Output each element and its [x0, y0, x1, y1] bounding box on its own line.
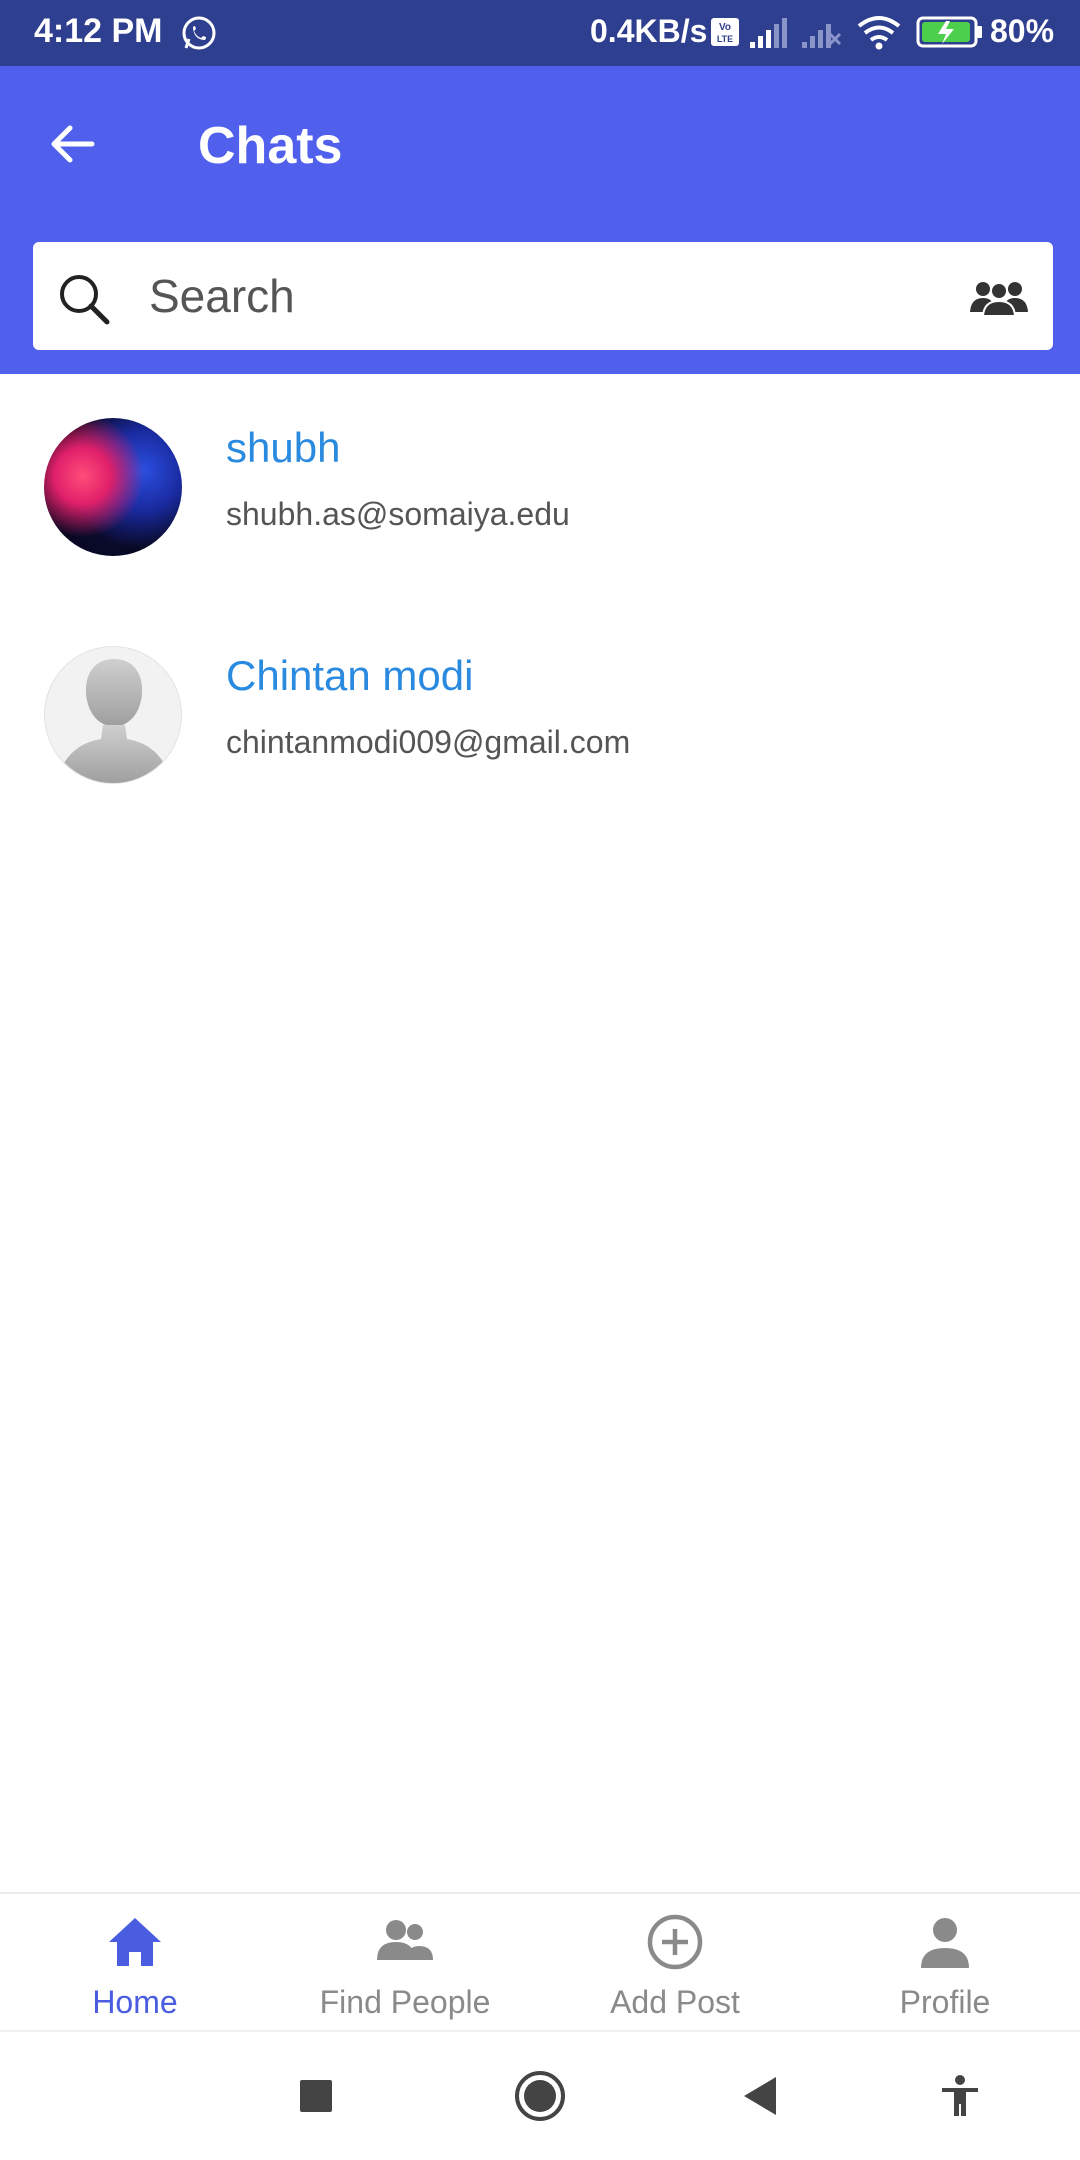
people-icon	[377, 1920, 433, 1960]
svg-text:LTE: LTE	[717, 34, 733, 44]
status-time: 4:12 PM	[34, 12, 163, 50]
chat-email: chintanmodi009@gmail.com	[226, 724, 631, 760]
status-bar: 4:12 PM 0.4KB/s Vo LTE 80%	[0, 0, 1080, 66]
nav-profile[interactable]: Profile	[810, 1894, 1080, 2032]
square-icon	[300, 2080, 332, 2112]
group-icon[interactable]	[969, 278, 1029, 318]
nav-find-people[interactable]: Find People	[270, 1894, 540, 2032]
accessibility-icon	[942, 2075, 978, 2116]
arrow-back-icon	[51, 125, 95, 163]
network-speed: 0.4KB/s	[590, 13, 708, 49]
back-system-button[interactable]	[728, 2064, 792, 2128]
nav-add-post[interactable]: Add Post	[540, 1894, 810, 2032]
nav-label: Profile	[899, 1984, 991, 2020]
add-circle-icon	[647, 1914, 703, 1970]
search-icon	[60, 275, 110, 325]
app-bar: Chats	[0, 66, 1080, 224]
triangle-back-icon	[744, 2077, 776, 2115]
nav-label: Find People	[319, 1984, 491, 2020]
accessibility-button[interactable]	[928, 2064, 992, 2128]
home-system-button[interactable]	[508, 2064, 572, 2128]
search-input[interactable]	[149, 260, 969, 332]
back-button[interactable]	[40, 112, 104, 176]
signal-no-service-icon	[802, 24, 842, 48]
whatsapp-icon	[182, 16, 216, 50]
search-area	[0, 224, 1080, 374]
nav-label: Add Post	[610, 1984, 740, 2020]
svg-text:Vo: Vo	[719, 22, 731, 33]
battery-icon	[916, 16, 982, 48]
nav-home[interactable]: Home	[0, 1894, 270, 2032]
wifi-icon	[857, 16, 901, 50]
nav-label: Home	[92, 1984, 178, 2020]
default-person-icon	[55, 659, 173, 783]
person-icon	[921, 1918, 969, 1968]
chat-email: shubh.as@somaiya.edu	[226, 496, 570, 532]
home-icon	[109, 1918, 161, 1966]
battery-percent: 80%	[990, 13, 1055, 49]
chat-list: shubh shubh.as@somaiya.edu Chintan modi …	[0, 376, 1080, 832]
system-nav-bar	[0, 2030, 1080, 2160]
volte-icon: Vo LTE	[711, 18, 739, 46]
signal-icon	[750, 18, 787, 48]
chat-name: shubh	[226, 424, 341, 471]
recents-button[interactable]	[284, 2064, 348, 2128]
chat-name: Chintan modi	[226, 652, 474, 699]
bottom-nav: Home Find People Add Post Profile	[0, 1892, 1080, 2030]
page-title: Chats	[198, 117, 343, 175]
search-box[interactable]	[33, 242, 1053, 350]
avatar	[44, 418, 182, 556]
avatar-placeholder	[44, 646, 182, 784]
circle-icon	[515, 2071, 565, 2121]
chat-list-item[interactable]: Chintan modi chintanmodi009@gmail.com	[0, 604, 1080, 832]
chat-list-item[interactable]: shubh shubh.as@somaiya.edu	[0, 376, 1080, 604]
